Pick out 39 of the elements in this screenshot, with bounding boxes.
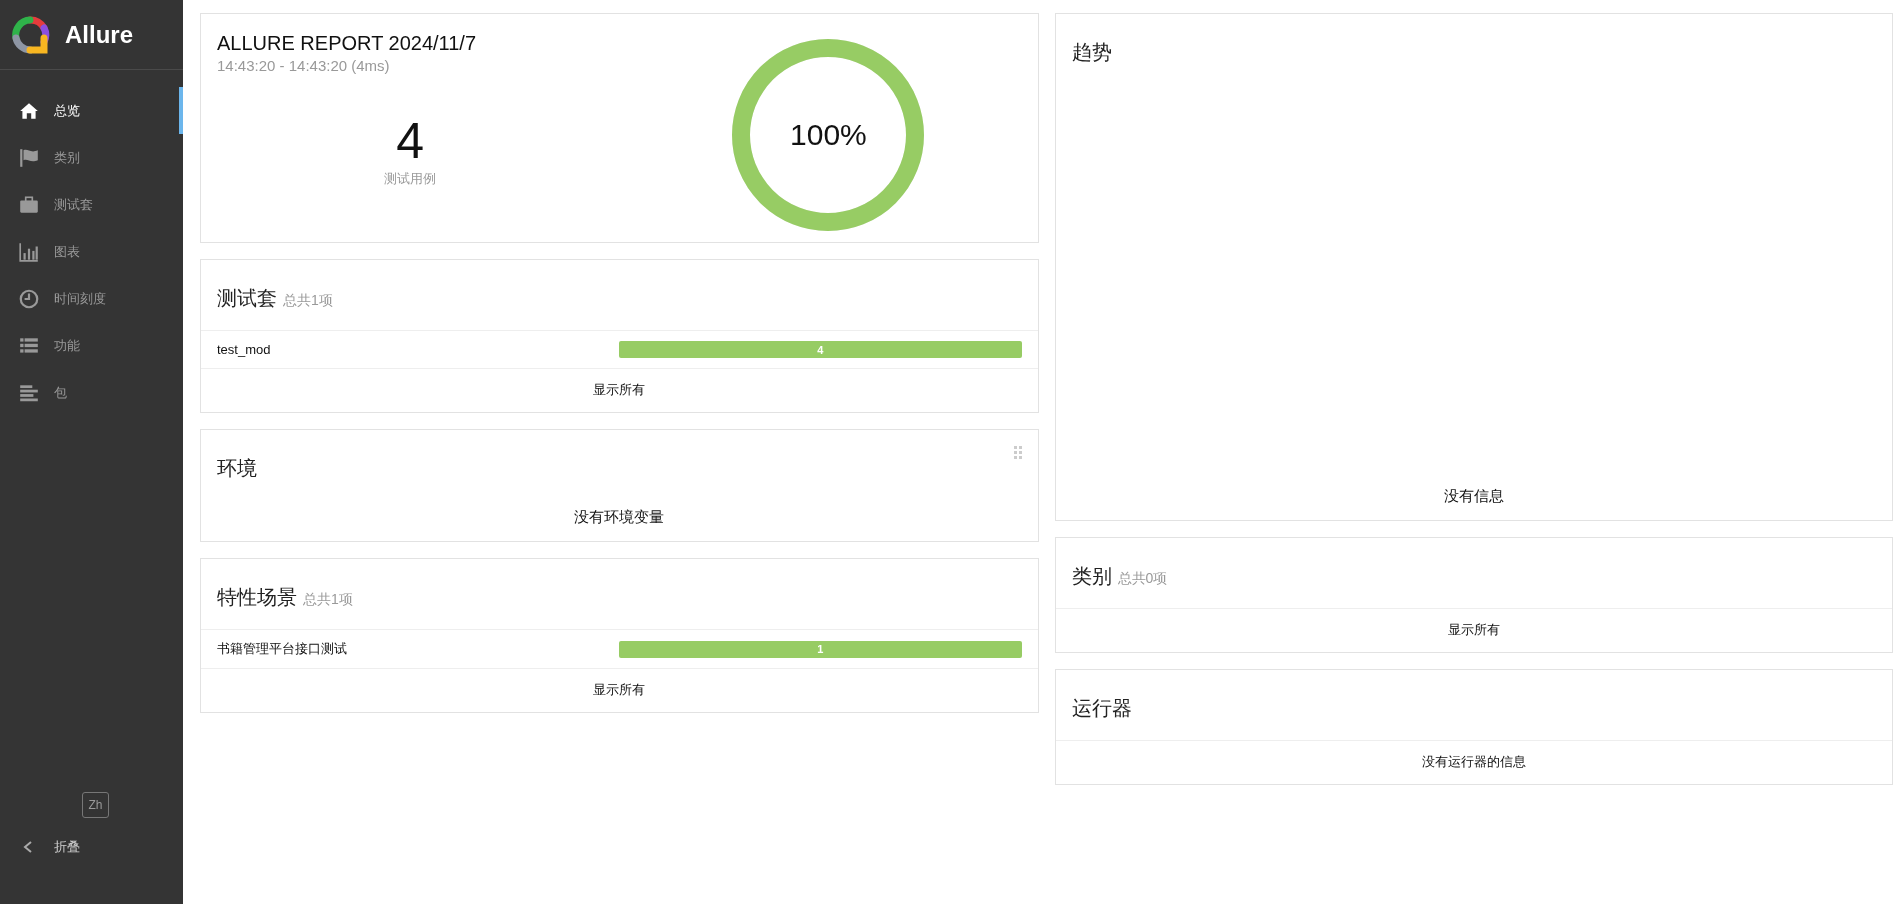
app-logo-text: Allure: [65, 20, 133, 49]
widget-count: 总共1项: [283, 292, 333, 310]
empty-message: 没有环境变量: [574, 508, 665, 525]
success-rate: 100%: [790, 118, 867, 152]
show-all-link[interactable]: 显示所有: [593, 682, 646, 697]
empty-message: 没有运行器的信息: [1421, 754, 1526, 769]
logo-icon: [9, 13, 51, 56]
flag-icon: [18, 146, 40, 169]
widget-title: 环境: [217, 456, 257, 481]
widget-title: 测试套: [217, 286, 277, 311]
show-all-link[interactable]: 显示所有: [593, 382, 646, 397]
widget-title: 运行器: [1071, 696, 1132, 721]
drag-handle-icon[interactable]: [1013, 446, 1022, 460]
widget-count: 总共1项: [303, 591, 353, 609]
nav-item[interactable]: 类别: [0, 134, 183, 181]
clock-icon: [18, 287, 40, 310]
chevron-left-icon: [22, 840, 34, 854]
widget-count: 总共0项: [1117, 570, 1168, 588]
nav-item[interactable]: 图表: [0, 228, 183, 275]
row-label: 书籍管理平台接口测试: [217, 640, 348, 658]
widget-title: 趋势: [1071, 40, 1112, 65]
nav-item[interactable]: 功能: [0, 322, 183, 369]
row-label: test_mod: [217, 342, 272, 357]
widget-title: 类别: [1071, 564, 1112, 589]
nav-item[interactable]: 时间刻度: [0, 275, 183, 322]
collapse-button[interactable]: 折叠: [0, 832, 183, 862]
empty-message: 没有信息: [1443, 487, 1504, 504]
language-button[interactable]: Zh: [82, 792, 109, 818]
show-all-link[interactable]: 显示所有: [1447, 622, 1500, 637]
widget-title: 特性场景: [217, 585, 297, 610]
bar-chart-icon: [18, 240, 40, 263]
briefcase-icon: [18, 193, 40, 216]
report-time: 14:43:20 - 14:43:20 (4ms): [217, 57, 391, 74]
count-label: 测试用例: [384, 170, 437, 188]
nav-item[interactable]: 测试套: [0, 181, 183, 228]
report-title: ALLURE REPORT 2024/11/7: [217, 32, 478, 55]
test-case-count: 4: [396, 116, 425, 166]
nav-item[interactable]: 包: [0, 369, 183, 416]
nav-item[interactable]: 总览: [0, 87, 183, 134]
